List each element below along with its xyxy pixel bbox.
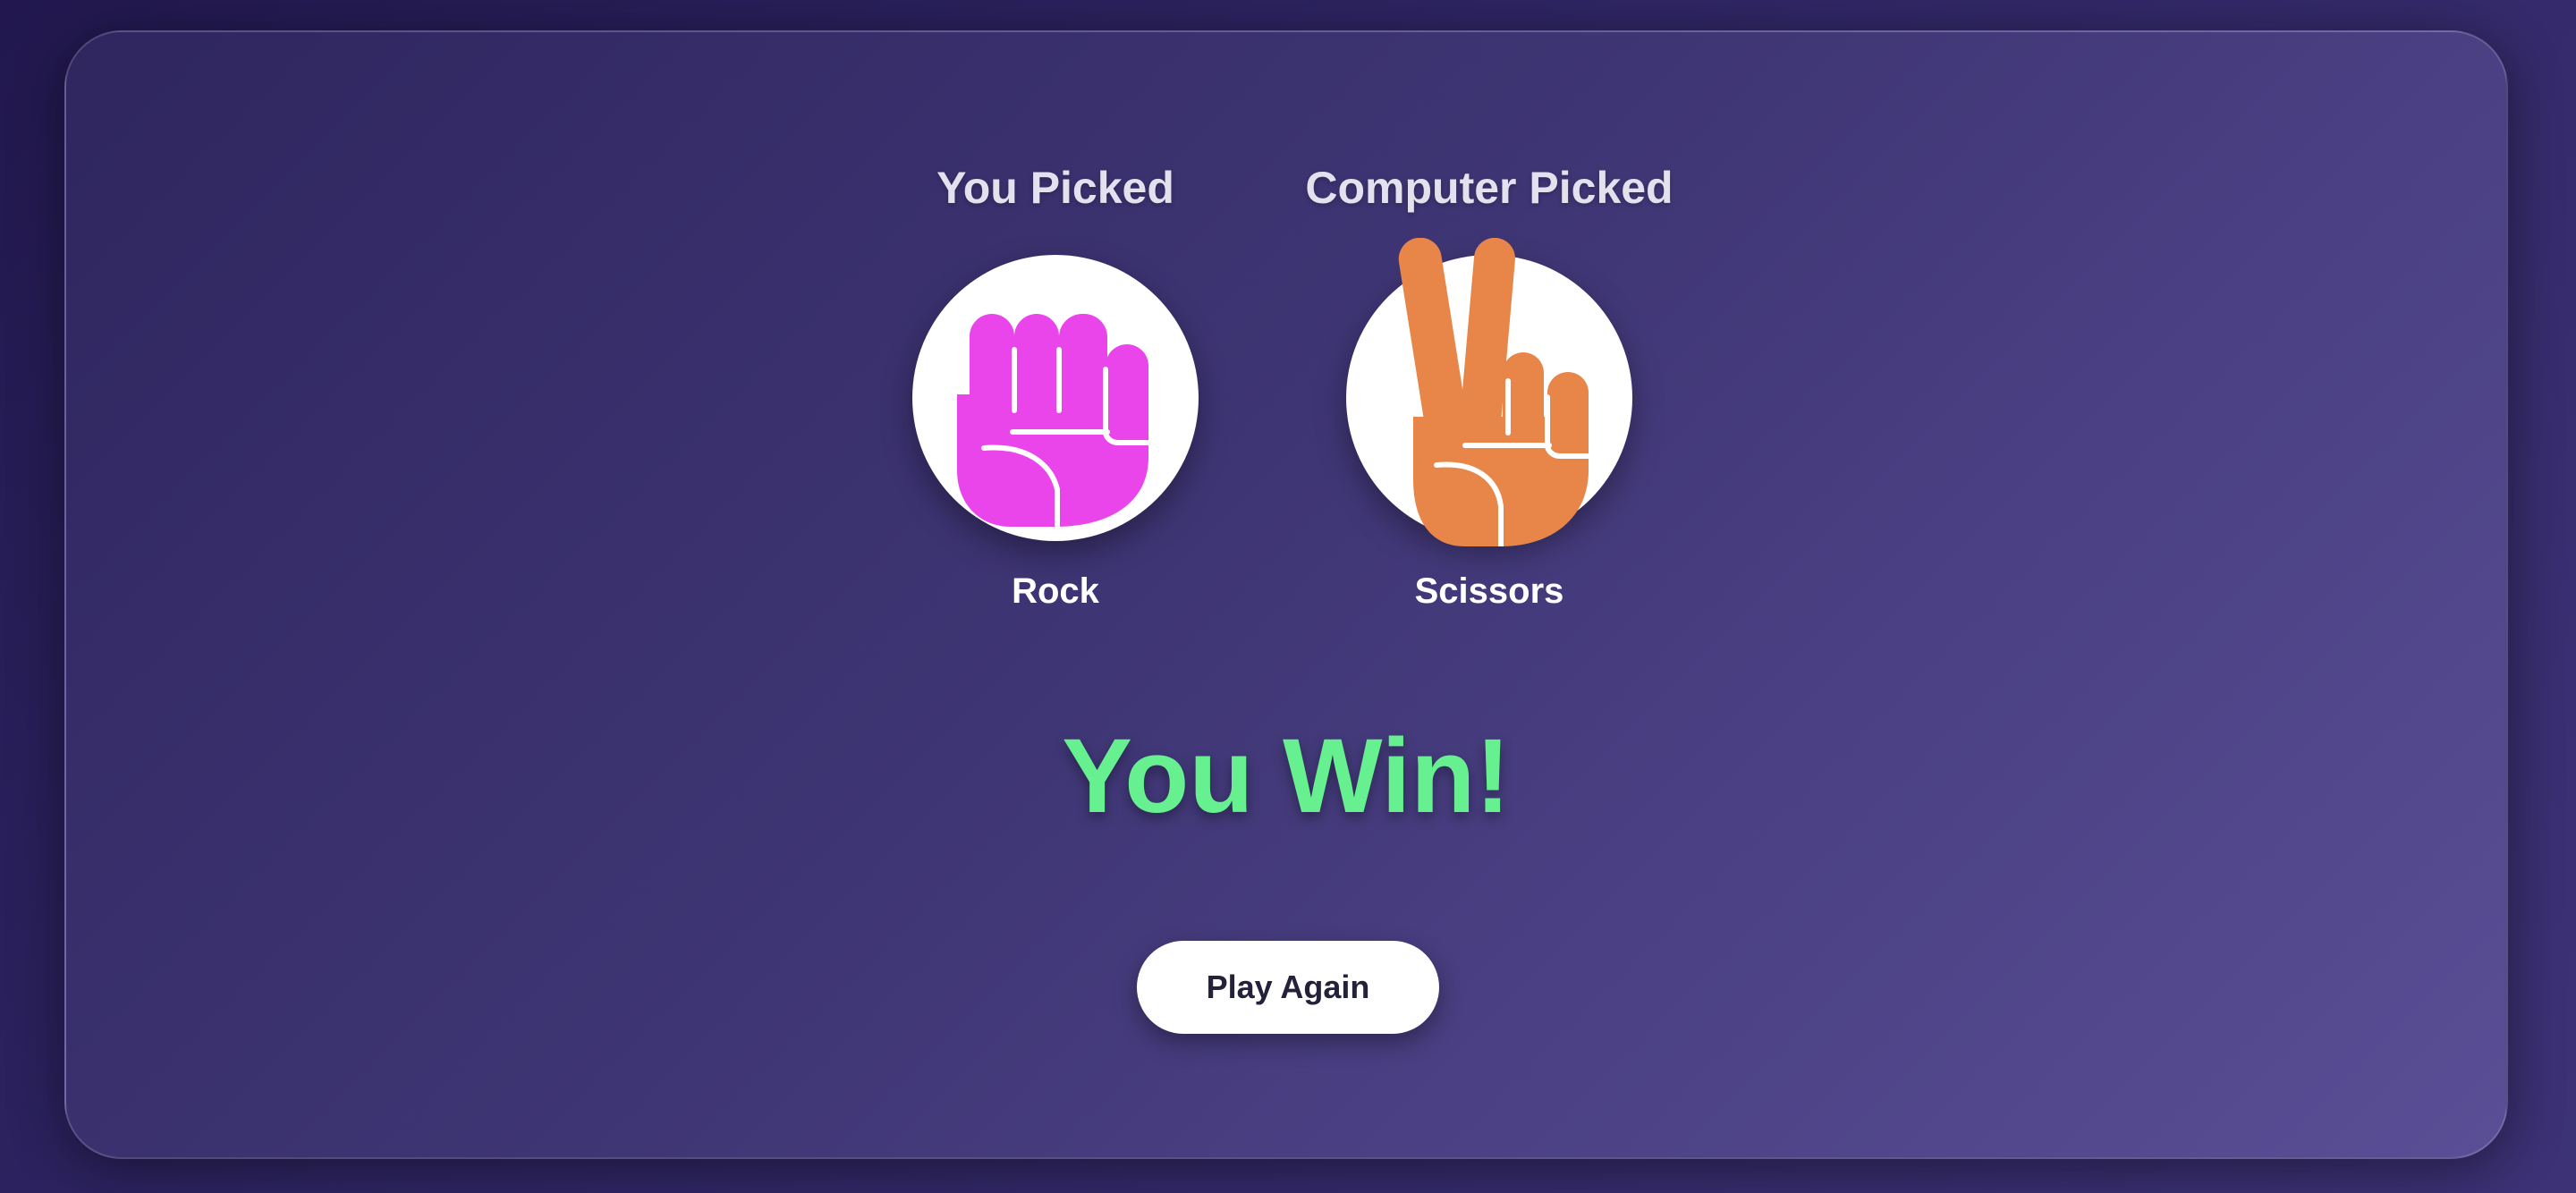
game-card: You Picked Rock Computer Picked Scissors… — [64, 30, 2508, 1159]
computer-pick-heading: Computer Picked — [1305, 163, 1674, 213]
computer-choice-label: Scissors — [1414, 571, 1564, 611]
player-choice-label: Rock — [1012, 571, 1099, 611]
player-pick-heading: You Picked — [936, 163, 1174, 213]
play-again-button[interactable]: Play Again — [1137, 941, 1439, 1034]
result-text: You Win! — [1062, 717, 1511, 835]
peace-hand-icon — [1398, 238, 1591, 546]
computer-pick: Computer Picked Scissors — [1266, 162, 1713, 645]
fist-icon — [957, 314, 1151, 529]
player-pick: You Picked Rock — [832, 162, 1279, 645]
